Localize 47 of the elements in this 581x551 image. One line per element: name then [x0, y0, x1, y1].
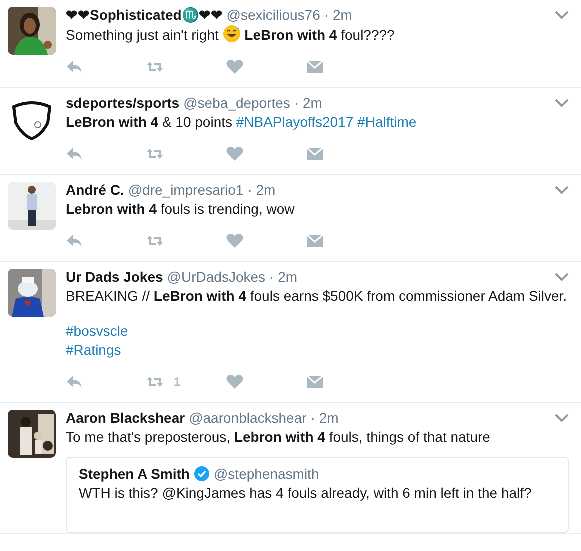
tweet-time[interactable]: · 2m — [324, 7, 352, 23]
tweet-text: Something just ain't right LeBron with 4 foul???? — [66, 25, 396, 45]
hashtag-link[interactable]: #bosvscle — [66, 322, 128, 341]
reply-icon[interactable] — [66, 374, 84, 390]
user-handle[interactable]: @seba_deportes — [184, 95, 290, 111]
reply-icon[interactable] — [66, 59, 84, 75]
display-name[interactable]: Ur Dads Jokes — [66, 269, 164, 285]
tweet-text: Lebron with 4 fouls is trending, wow — [66, 200, 296, 219]
display-name[interactable]: Aaron Blackshear — [66, 410, 186, 426]
tweet-time[interactable]: · 2m — [248, 182, 276, 198]
display-name[interactable]: Stephen A Smith — [79, 466, 190, 482]
quoted-text: WTH is this? @KingJames has 4 fouls already, with 6 min left in the half? — [79, 484, 533, 502]
envelope-icon[interactable] — [306, 233, 324, 249]
heart-icon[interactable] — [226, 146, 244, 162]
user-handle[interactable]: @aaronblackshear — [189, 410, 307, 426]
caret-icon[interactable] — [555, 186, 569, 194]
user-handle[interactable]: @dre_impresario1 — [128, 182, 244, 198]
display-name[interactable]: sdeportes/sports — [66, 95, 180, 111]
caret-icon[interactable] — [555, 10, 569, 20]
envelope-icon[interactable] — [306, 146, 324, 162]
user-handle[interactable]: @sexicilious76 — [226, 7, 320, 23]
caret-icon[interactable] — [555, 98, 569, 108]
caret-icon[interactable] — [555, 272, 569, 282]
grinning-sweat-emoji-icon — [222, 25, 241, 43]
hashtag-link[interactable]: #Ratings — [66, 341, 122, 360]
envelope-icon[interactable] — [306, 374, 324, 390]
tweet-text: LeBron with 4 & 10 points #NBAPlayoffs2017 #Halftime — [66, 113, 418, 132]
heart-icon[interactable] — [226, 59, 244, 75]
hashtag-link[interactable]: #Halftime — [358, 114, 417, 130]
heart-icon[interactable] — [226, 374, 244, 390]
reply-icon[interactable] — [66, 233, 84, 249]
user-handle[interactable]: @stephenasmith — [214, 466, 320, 482]
display-name[interactable]: André C. — [66, 182, 124, 198]
display-name[interactable]: ❤❤Sophisticated♏❤❤ — [66, 7, 223, 23]
tweet-text: BREAKING // LeBron with 4 fouls earns $500K from commissioner Adam Silver. — [66, 287, 568, 306]
quoted-tweet[interactable]: Stephen A Smith @stephenasmith WTH is this? @KingJames has 4 fouls already, with 6 min left in the half? — [66, 457, 569, 533]
heart-icon[interactable] — [226, 233, 244, 249]
tweet-time[interactable]: · 2m — [294, 95, 322, 111]
tweet-text: To me that's preposterous, Lebron with 4 fouls, things of that nature — [66, 428, 492, 447]
tweet-time[interactable]: · 2m — [270, 269, 298, 285]
retweet-count: 1 — [174, 375, 181, 389]
reply-icon[interactable] — [66, 146, 84, 162]
caret-icon[interactable] — [555, 414, 569, 422]
hashtag-link[interactable]: #NBAPlayoffs2017 — [236, 114, 354, 130]
tweet-time[interactable]: · 2m — [310, 410, 339, 426]
user-handle[interactable]: @UrDadsJokes — [167, 269, 266, 285]
envelope-icon[interactable] — [306, 59, 324, 75]
